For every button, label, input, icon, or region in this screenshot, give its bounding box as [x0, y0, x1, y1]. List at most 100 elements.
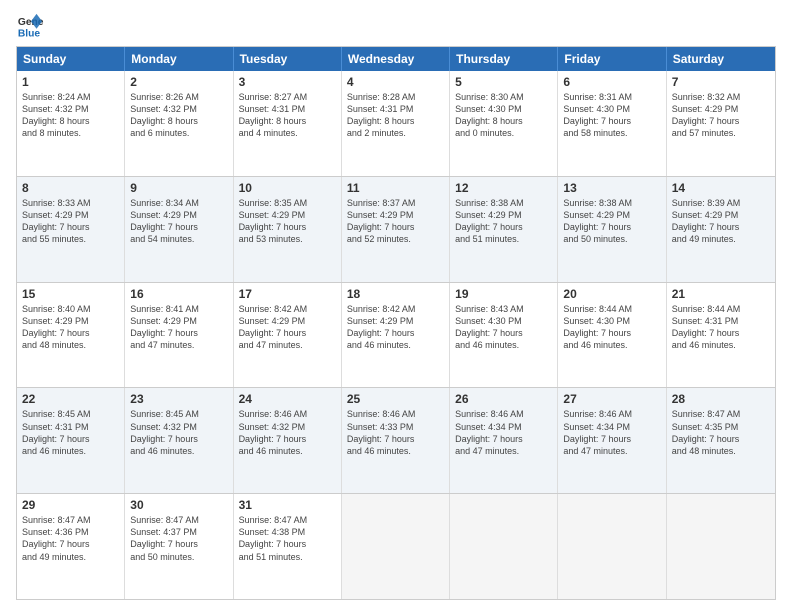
day-info: Sunrise: 8:32 AMSunset: 4:29 PMDaylight:…: [672, 91, 770, 140]
day-cell-6: 6 Sunrise: 8:31 AMSunset: 4:30 PMDaylight…: [558, 71, 666, 176]
day-info: Sunrise: 8:46 AMSunset: 4:32 PMDaylight:…: [239, 408, 336, 457]
day-number: 17: [239, 287, 336, 301]
day-number: 11: [347, 181, 444, 195]
day-number: 2: [130, 75, 227, 89]
weekday-header-sunday: Sunday: [17, 47, 125, 71]
day-cell-7: 7 Sunrise: 8:32 AMSunset: 4:29 PMDaylight…: [667, 71, 775, 176]
day-number: 21: [672, 287, 770, 301]
day-number: 5: [455, 75, 552, 89]
empty-cell: [342, 494, 450, 599]
day-cell-8: 8 Sunrise: 8:33 AMSunset: 4:29 PMDaylight…: [17, 177, 125, 282]
day-number: 3: [239, 75, 336, 89]
day-cell-27: 27 Sunrise: 8:46 AMSunset: 4:34 PMDayligh…: [558, 388, 666, 493]
day-info: Sunrise: 8:46 AMSunset: 4:34 PMDaylight:…: [563, 408, 660, 457]
day-number: 4: [347, 75, 444, 89]
day-info: Sunrise: 8:46 AMSunset: 4:33 PMDaylight:…: [347, 408, 444, 457]
day-cell-9: 9 Sunrise: 8:34 AMSunset: 4:29 PMDaylight…: [125, 177, 233, 282]
day-info: Sunrise: 8:45 AMSunset: 4:32 PMDaylight:…: [130, 408, 227, 457]
day-info: Sunrise: 8:39 AMSunset: 4:29 PMDaylight:…: [672, 197, 770, 246]
day-cell-19: 19Sunrise: 8:43 AMSunset: 4:30 PMDayligh…: [450, 283, 558, 388]
day-cell-21: 21 Sunrise: 8:44 AMSunset: 4:31 PMDayligh…: [667, 283, 775, 388]
calendar-row-5: 29Sunrise: 8:47 AMSunset: 4:36 PMDayligh…: [17, 493, 775, 599]
day-info: Sunrise: 8:42 AMSunset: 4:29 PMDaylight:…: [239, 303, 336, 352]
day-cell-1: 1 Sunrise: 8:24 AMSunset: 4:32 PMDaylight…: [17, 71, 125, 176]
day-number: 28: [672, 392, 770, 406]
day-number: 1: [22, 75, 119, 89]
weekday-header-thursday: Thursday: [450, 47, 558, 71]
logo: General Blue: [16, 12, 44, 40]
day-number: 22: [22, 392, 119, 406]
svg-text:Blue: Blue: [18, 28, 41, 39]
day-info: Sunrise: 8:34 AMSunset: 4:29 PMDaylight:…: [130, 197, 227, 246]
weekday-header-tuesday: Tuesday: [234, 47, 342, 71]
empty-cell: [450, 494, 558, 599]
day-cell-30: 30 Sunrise: 8:47 AMSunset: 4:37 PMDayligh…: [125, 494, 233, 599]
day-cell-16: 16 Sunrise: 8:41 AMSunset: 4:29 PMDayligh…: [125, 283, 233, 388]
weekday-header-friday: Friday: [558, 47, 666, 71]
day-info: Sunrise: 8:26 AMSunset: 4:32 PMDaylight:…: [130, 91, 227, 140]
day-info: Sunrise: 8:47 AMSunset: 4:38 PMDaylight:…: [239, 514, 336, 563]
day-cell-17: 17 Sunrise: 8:42 AMSunset: 4:29 PMDayligh…: [234, 283, 342, 388]
day-info: Sunrise: 8:35 AMSunset: 4:29 PMDaylight:…: [239, 197, 336, 246]
day-info: Sunrise: 8:45 AMSunset: 4:31 PMDaylight:…: [22, 408, 119, 457]
day-cell-3: 3 Sunrise: 8:27 AMSunset: 4:31 PMDaylight…: [234, 71, 342, 176]
day-number: 29: [22, 498, 119, 512]
calendar-row-4: 22 Sunrise: 8:45 AMSunset: 4:31 PMDayligh…: [17, 387, 775, 493]
day-number: 18: [347, 287, 444, 301]
day-number: 25: [347, 392, 444, 406]
day-cell-26: 26Sunrise: 8:46 AMSunset: 4:34 PMDayligh…: [450, 388, 558, 493]
day-info: Sunrise: 8:47 AMSunset: 4:37 PMDaylight:…: [130, 514, 227, 563]
day-info: Sunrise: 8:47 AMSunset: 4:35 PMDaylight:…: [672, 408, 770, 457]
day-info: Sunrise: 8:27 AMSunset: 4:31 PMDaylight:…: [239, 91, 336, 140]
day-number: 12: [455, 181, 552, 195]
day-info: Sunrise: 8:41 AMSunset: 4:29 PMDaylight:…: [130, 303, 227, 352]
logo-icon: General Blue: [16, 12, 44, 40]
day-cell-12: 12 Sunrise: 8:38 AMSunset: 4:29 PMDayligh…: [450, 177, 558, 282]
day-info: Sunrise: 8:46 AMSunset: 4:34 PMDaylight:…: [455, 408, 552, 457]
day-cell-15: 15Sunrise: 8:40 AMSunset: 4:29 PMDayligh…: [17, 283, 125, 388]
day-number: 30: [130, 498, 227, 512]
day-number: 6: [563, 75, 660, 89]
day-cell-2: 2 Sunrise: 8:26 AMSunset: 4:32 PMDaylight…: [125, 71, 233, 176]
empty-cell: [558, 494, 666, 599]
day-number: 16: [130, 287, 227, 301]
day-info: Sunrise: 8:33 AMSunset: 4:29 PMDaylight:…: [22, 197, 119, 246]
day-number: 7: [672, 75, 770, 89]
day-number: 13: [563, 181, 660, 195]
day-info: Sunrise: 8:38 AMSunset: 4:29 PMDaylight:…: [563, 197, 660, 246]
day-cell-25: 25 Sunrise: 8:46 AMSunset: 4:33 PMDayligh…: [342, 388, 450, 493]
calendar: SundayMondayTuesdayWednesdayThursdayFrid…: [16, 46, 776, 600]
day-cell-23: 23Sunrise: 8:45 AMSunset: 4:32 PMDayligh…: [125, 388, 233, 493]
day-cell-14: 14 Sunrise: 8:39 AMSunset: 4:29 PMDayligh…: [667, 177, 775, 282]
calendar-body: 1 Sunrise: 8:24 AMSunset: 4:32 PMDaylight…: [17, 71, 775, 599]
day-info: Sunrise: 8:31 AMSunset: 4:30 PMDaylight:…: [563, 91, 660, 140]
day-number: 31: [239, 498, 336, 512]
day-cell-29: 29Sunrise: 8:47 AMSunset: 4:36 PMDayligh…: [17, 494, 125, 599]
day-number: 9: [130, 181, 227, 195]
day-number: 19: [455, 287, 552, 301]
day-number: 20: [563, 287, 660, 301]
day-number: 8: [22, 181, 119, 195]
day-info: Sunrise: 8:37 AMSunset: 4:29 PMDaylight:…: [347, 197, 444, 246]
day-cell-18: 18Sunrise: 8:42 AMSunset: 4:29 PMDayligh…: [342, 283, 450, 388]
day-cell-13: 13 Sunrise: 8:38 AMSunset: 4:29 PMDayligh…: [558, 177, 666, 282]
day-info: Sunrise: 8:44 AMSunset: 4:31 PMDaylight:…: [672, 303, 770, 352]
weekday-header-saturday: Saturday: [667, 47, 775, 71]
day-cell-4: 4 Sunrise: 8:28 AMSunset: 4:31 PMDaylight…: [342, 71, 450, 176]
day-cell-28: 28 Sunrise: 8:47 AMSunset: 4:35 PMDayligh…: [667, 388, 775, 493]
day-cell-5: 5Sunrise: 8:30 AMSunset: 4:30 PMDaylight…: [450, 71, 558, 176]
day-info: Sunrise: 8:38 AMSunset: 4:29 PMDaylight:…: [455, 197, 552, 246]
day-info: Sunrise: 8:28 AMSunset: 4:31 PMDaylight:…: [347, 91, 444, 140]
header: General Blue: [16, 12, 776, 40]
day-number: 27: [563, 392, 660, 406]
calendar-row-2: 8 Sunrise: 8:33 AMSunset: 4:29 PMDaylight…: [17, 176, 775, 282]
day-cell-20: 20Sunrise: 8:44 AMSunset: 4:30 PMDayligh…: [558, 283, 666, 388]
day-cell-31: 31 Sunrise: 8:47 AMSunset: 4:38 PMDayligh…: [234, 494, 342, 599]
page: General Blue SundayMondayTuesdayWednesda…: [0, 0, 792, 612]
calendar-row-1: 1 Sunrise: 8:24 AMSunset: 4:32 PMDaylight…: [17, 71, 775, 176]
day-cell-22: 22 Sunrise: 8:45 AMSunset: 4:31 PMDayligh…: [17, 388, 125, 493]
weekday-header-monday: Monday: [125, 47, 233, 71]
day-number: 14: [672, 181, 770, 195]
day-info: Sunrise: 8:40 AMSunset: 4:29 PMDaylight:…: [22, 303, 119, 352]
day-info: Sunrise: 8:24 AMSunset: 4:32 PMDaylight:…: [22, 91, 119, 140]
